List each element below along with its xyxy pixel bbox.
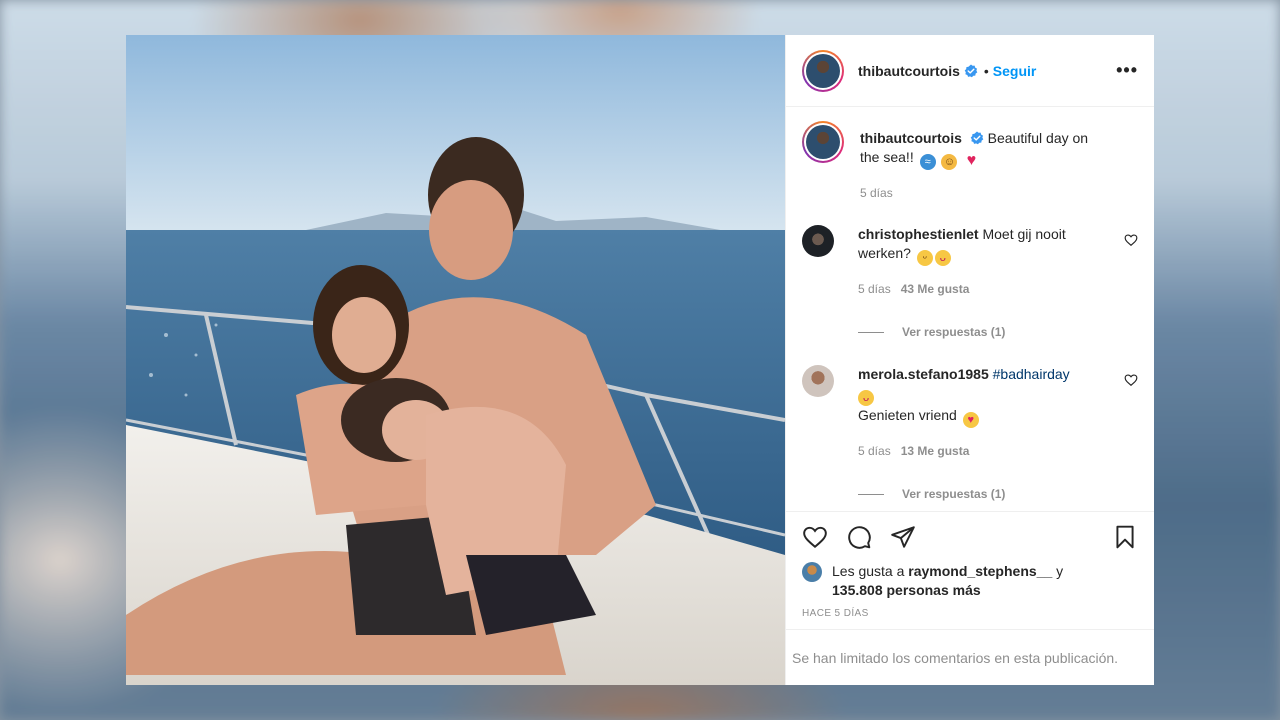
view-replies-label[interactable]: Ver respuestas (1) [902, 487, 1005, 501]
caption-username[interactable]: thibautcourtois [860, 130, 962, 146]
posted-ago: HACE 5 DÍAS [802, 608, 869, 619]
comment-like-heart-icon[interactable] [1124, 373, 1138, 387]
photo-scene [126, 35, 785, 685]
comment-item: merola.stefano1985 #badhairday ᴗ Geniete… [802, 365, 1138, 461]
follow-button[interactable]: Seguir [993, 63, 1037, 79]
tongue-emoji-icon: ᴗ [858, 390, 874, 406]
post-header: thibautcourtois • Seguir ••• [786, 35, 1154, 107]
verified-icon [970, 131, 984, 145]
likes-text: Les gusta a raymond_stephens__ y 135.808… [832, 562, 1063, 600]
comment-body: christophestienlet Moet gij nooit werken… [858, 225, 1138, 299]
comments-limited-notice: Se han limitado los comentarios en esta … [786, 629, 1154, 685]
comment-username[interactable]: merola.stefano1985 [858, 366, 989, 382]
comment-time: 5 días [858, 444, 891, 458]
comment-item: christophestienlet Moet gij nooit werken… [802, 225, 1138, 299]
caption-time: 5 días [860, 186, 893, 200]
likes-connector: y [1056, 563, 1064, 579]
liker-avatar[interactable] [802, 562, 822, 582]
commenter-avatar[interactable] [802, 365, 834, 397]
post-actions: Les gusta a raymond_stephens__ y 135.808… [786, 511, 1154, 629]
grimace-emoji-icon: ᵕ [916, 250, 933, 266]
heart-icon[interactable] [802, 524, 828, 550]
more-icon[interactable]: ••• [1116, 60, 1138, 81]
view-replies-label[interactable]: Ver respuestas (1) [902, 325, 1005, 339]
post-modal: thibautcourtois • Seguir ••• thibautcour… [126, 35, 1154, 685]
family-emoji-icon: ☺ [941, 154, 958, 170]
comment-icon[interactable] [846, 524, 872, 550]
wave-emoji-icon: ≈ [919, 154, 936, 170]
caption: thibautcourtois Beautiful day on the sea… [802, 121, 1138, 203]
verified-icon [964, 64, 978, 77]
comment-meta: 5 días 13 Me gusta [858, 442, 1070, 461]
author-avatar[interactable] [802, 49, 844, 92]
caption-avatar[interactable] [802, 121, 844, 163]
post-photo [126, 35, 785, 685]
comment-text: Genieten vriend [858, 407, 957, 423]
comment-username[interactable]: christophestienlet [858, 226, 979, 242]
view-replies-button[interactable]: Ver respuestas (1) [858, 487, 1138, 501]
heart-eyes-emoji-icon: ♥ [962, 412, 979, 428]
comment-body: merola.stefano1985 #badhairday ᴗ Geniete… [858, 365, 1100, 461]
post-sidebar: thibautcourtois • Seguir ••• thibautcour… [785, 35, 1154, 685]
separator-dot: • [983, 62, 989, 79]
comment-time: 5 días [858, 282, 891, 296]
commenter-avatar[interactable] [802, 225, 834, 257]
red-heart-emoji-icon: ♥ [966, 152, 977, 169]
comment-like-heart-icon[interactable] [1124, 233, 1138, 247]
share-icon[interactable] [890, 524, 916, 550]
comments-list: thibautcourtois Beautiful day on the sea… [786, 107, 1154, 511]
likes-count[interactable]: 135.808 personas más [832, 582, 981, 598]
comment-likes[interactable]: 13 Me gusta [901, 444, 970, 458]
author-username[interactable]: thibautcourtois [858, 63, 960, 79]
comment-meta: 5 días 43 Me gusta [858, 280, 1108, 299]
caption-body: thibautcourtois Beautiful day on the sea… [860, 129, 1138, 203]
tongue-emoji-icon: ᴗ [934, 250, 951, 266]
likes-summary: Les gusta a raymond_stephens__ y 135.808… [802, 562, 1138, 600]
bookmark-icon[interactable] [1112, 524, 1138, 550]
liker-username[interactable]: raymond_stephens__ [908, 563, 1052, 579]
likes-prefix: Les gusta a [832, 563, 905, 579]
action-icons [802, 524, 1138, 550]
comment-hashtag[interactable]: #badhairday [993, 366, 1070, 382]
view-replies-button[interactable]: Ver respuestas (1) [858, 325, 1138, 339]
comment-likes[interactable]: 43 Me gusta [901, 282, 970, 296]
